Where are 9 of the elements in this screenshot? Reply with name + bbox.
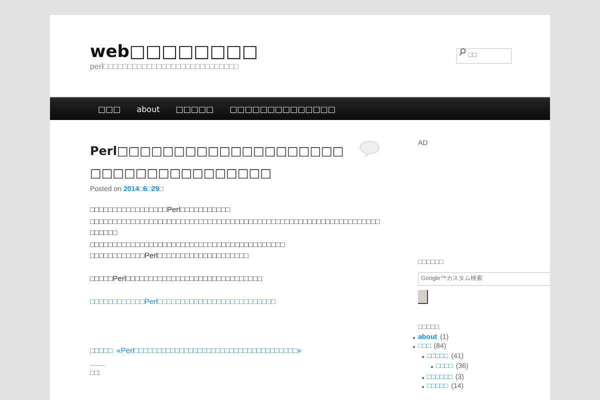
site-title[interactable]: web□□□□□□□□ — [90, 42, 258, 62]
post-title[interactable]: Perl□□□□□□□□□□□□□□□□□□□□□□□□□□□□□□□□□□□□ — [90, 140, 347, 184]
site-tagline: perl□□□□□□□□□□□□□□□□□□□□□□□□□□□□ — [90, 62, 240, 71]
nav-link[interactable]: about — [128, 104, 168, 114]
search-icon — [459, 48, 466, 56]
search-button[interactable] — [418, 290, 428, 304]
nav-link[interactable]: □□□ — [90, 104, 129, 114]
nav-link[interactable]: □□□□□ — [168, 104, 222, 114]
nav-link[interactable]: □□□□□□□□□□□□□□ — [222, 104, 344, 114]
